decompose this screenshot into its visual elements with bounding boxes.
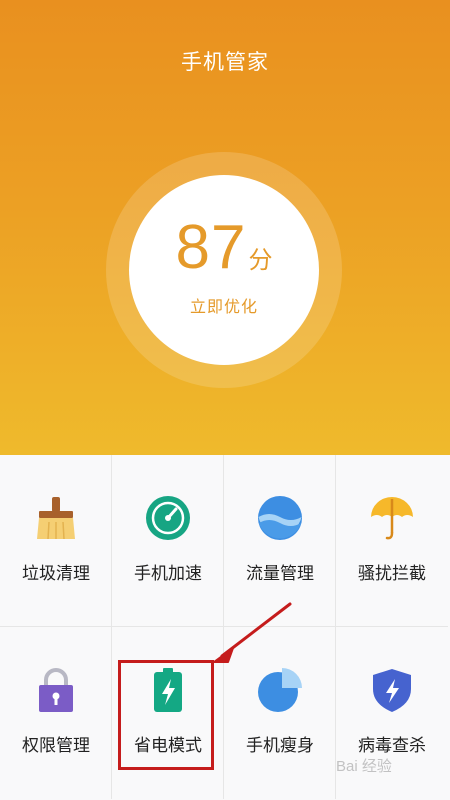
- water-globe-icon: [258, 496, 302, 540]
- speedometer-icon: [146, 496, 190, 540]
- optimize-score-button[interactable]: 87分 立即优化: [129, 175, 319, 365]
- score-display: 87分: [129, 217, 319, 279]
- tile-harassment-block[interactable]: 骚扰拦截: [336, 455, 448, 627]
- annotation-highlight-box: [118, 660, 214, 770]
- app-title: 手机管家: [181, 50, 269, 74]
- pie-chart-icon: [258, 668, 302, 712]
- padlock-icon: [39, 668, 73, 712]
- tile-label: 手机加速: [134, 564, 202, 584]
- tile-label: 流量管理: [246, 564, 314, 584]
- watermark: Bai 经验: [336, 758, 392, 775]
- optimize-now-label: 立即优化: [189, 297, 258, 316]
- phone-manager-screen: 手机管家 87分 立即优化 垃圾清理 手机加速 流量管理 骚扰拦截 权限管理 省…: [0, 0, 450, 800]
- tile-label: 垃圾清理: [22, 564, 90, 584]
- score-value: 87: [175, 213, 247, 282]
- tile-label: 病毒查杀: [358, 736, 426, 756]
- tile-label: 骚扰拦截: [358, 564, 426, 584]
- shield-icon: [373, 669, 411, 712]
- feature-grid: 垃圾清理 手机加速 流量管理 骚扰拦截 权限管理 省电模式 手机瘦身 病毒查杀: [0, 455, 450, 800]
- header-panel: 手机管家 87分 立即优化: [0, 0, 450, 455]
- tile-label: 手机瘦身: [246, 736, 314, 756]
- umbrella-icon: [371, 497, 413, 540]
- tile-label: 权限管理: [22, 736, 90, 756]
- broom-icon: [37, 497, 75, 540]
- tile-phone-accelerate[interactable]: 手机加速: [112, 455, 224, 627]
- score-unit: 分: [248, 246, 273, 274]
- tile-data-management[interactable]: 流量管理: [224, 455, 336, 627]
- tile-phone-slimming[interactable]: 手机瘦身: [224, 627, 336, 799]
- tile-junk-clean[interactable]: 垃圾清理: [0, 455, 112, 627]
- tile-permission-management[interactable]: 权限管理: [0, 627, 112, 799]
